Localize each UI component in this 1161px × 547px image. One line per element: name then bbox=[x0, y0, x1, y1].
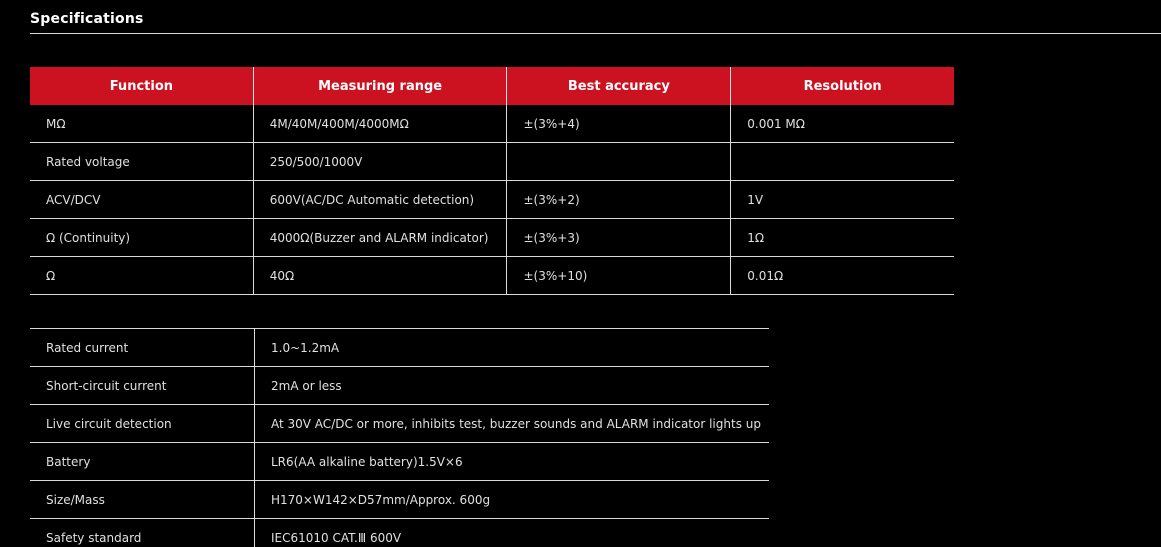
cell-best-accuracy: ±(3%+2) bbox=[506, 180, 731, 219]
cell-best-accuracy: ±(3%+3) bbox=[506, 218, 731, 257]
header-function: Function bbox=[30, 67, 254, 105]
info-label: Live circuit detection bbox=[30, 404, 255, 443]
info-label: Battery bbox=[30, 442, 255, 481]
spec-table: Function Measuring range Best accuracy R… bbox=[30, 67, 954, 295]
cell-resolution: 1Ω bbox=[730, 218, 954, 257]
cell-best-accuracy: ±(3%+10) bbox=[506, 256, 731, 295]
title-divider bbox=[30, 33, 1161, 34]
spec-table-header-row: Function Measuring range Best accuracy R… bbox=[30, 67, 954, 105]
cell-measuring-range: 600V(AC/DC Automatic detection) bbox=[252, 180, 507, 219]
info-value: LR6(AA alkaline battery)1.5V×6 bbox=[254, 442, 769, 481]
table-row: Size/Mass H170×W142×D57mm/Approx. 600g bbox=[30, 480, 769, 519]
cell-measuring-range: 40Ω bbox=[252, 256, 507, 295]
header-measuring-range: Measuring range bbox=[252, 67, 507, 105]
table-row: MΩ 4M/40M/400M/4000MΩ ±(3%+4) 0.001 MΩ bbox=[30, 105, 954, 143]
cell-function: Rated voltage bbox=[30, 142, 254, 181]
table-row: Battery LR6(AA alkaline battery)1.5V×6 bbox=[30, 442, 769, 481]
cell-function: ACV/DCV bbox=[30, 180, 254, 219]
page: Specifications Function Measuring range … bbox=[0, 0, 1161, 547]
info-value: At 30V AC/DC or more, inhibits test, buz… bbox=[254, 404, 769, 443]
info-label: Safety standard bbox=[30, 518, 255, 547]
table-row: Ω 40Ω ±(3%+10) 0.01Ω bbox=[30, 256, 954, 295]
info-label: Short-circuit current bbox=[30, 366, 255, 405]
info-value: IEC61010 CAT.Ⅲ 600V bbox=[254, 518, 769, 547]
cell-measuring-range: 250/500/1000V bbox=[252, 142, 507, 181]
cell-best-accuracy bbox=[506, 142, 731, 181]
cell-resolution: 1V bbox=[730, 180, 954, 219]
cell-function: Ω (Continuity) bbox=[30, 218, 254, 257]
table-row: Ω (Continuity) 4000Ω(Buzzer and ALARM in… bbox=[30, 218, 954, 257]
table-row: Rated voltage 250/500/1000V bbox=[30, 142, 954, 181]
cell-function: MΩ bbox=[30, 105, 254, 143]
info-table: Rated current 1.0~1.2mA Short-circuit cu… bbox=[30, 328, 769, 547]
header-best-accuracy: Best accuracy bbox=[506, 67, 731, 105]
table-row: Rated current 1.0~1.2mA bbox=[30, 328, 769, 367]
info-label: Size/Mass bbox=[30, 480, 255, 519]
cell-resolution: 0.01Ω bbox=[730, 256, 954, 295]
table-row: ACV/DCV 600V(AC/DC Automatic detection) … bbox=[30, 180, 954, 219]
info-value: 1.0~1.2mA bbox=[254, 328, 769, 367]
cell-function: Ω bbox=[30, 256, 254, 295]
table-row: Safety standard IEC61010 CAT.Ⅲ 600V bbox=[30, 518, 769, 547]
cell-best-accuracy: ±(3%+4) bbox=[506, 105, 731, 143]
section-title: Specifications bbox=[30, 11, 144, 27]
table-row: Short-circuit current 2mA or less bbox=[30, 366, 769, 405]
cell-measuring-range: 4000Ω(Buzzer and ALARM indicator) bbox=[252, 218, 507, 257]
info-value: 2mA or less bbox=[254, 366, 769, 405]
info-value: H170×W142×D57mm/Approx. 600g bbox=[254, 480, 769, 519]
cell-resolution: 0.001 MΩ bbox=[730, 105, 954, 143]
cell-measuring-range: 4M/40M/400M/4000MΩ bbox=[252, 105, 507, 143]
table-row: Live circuit detection At 30V AC/DC or m… bbox=[30, 404, 769, 443]
header-resolution: Resolution bbox=[730, 67, 954, 105]
cell-resolution bbox=[730, 142, 954, 181]
info-label: Rated current bbox=[30, 328, 255, 367]
